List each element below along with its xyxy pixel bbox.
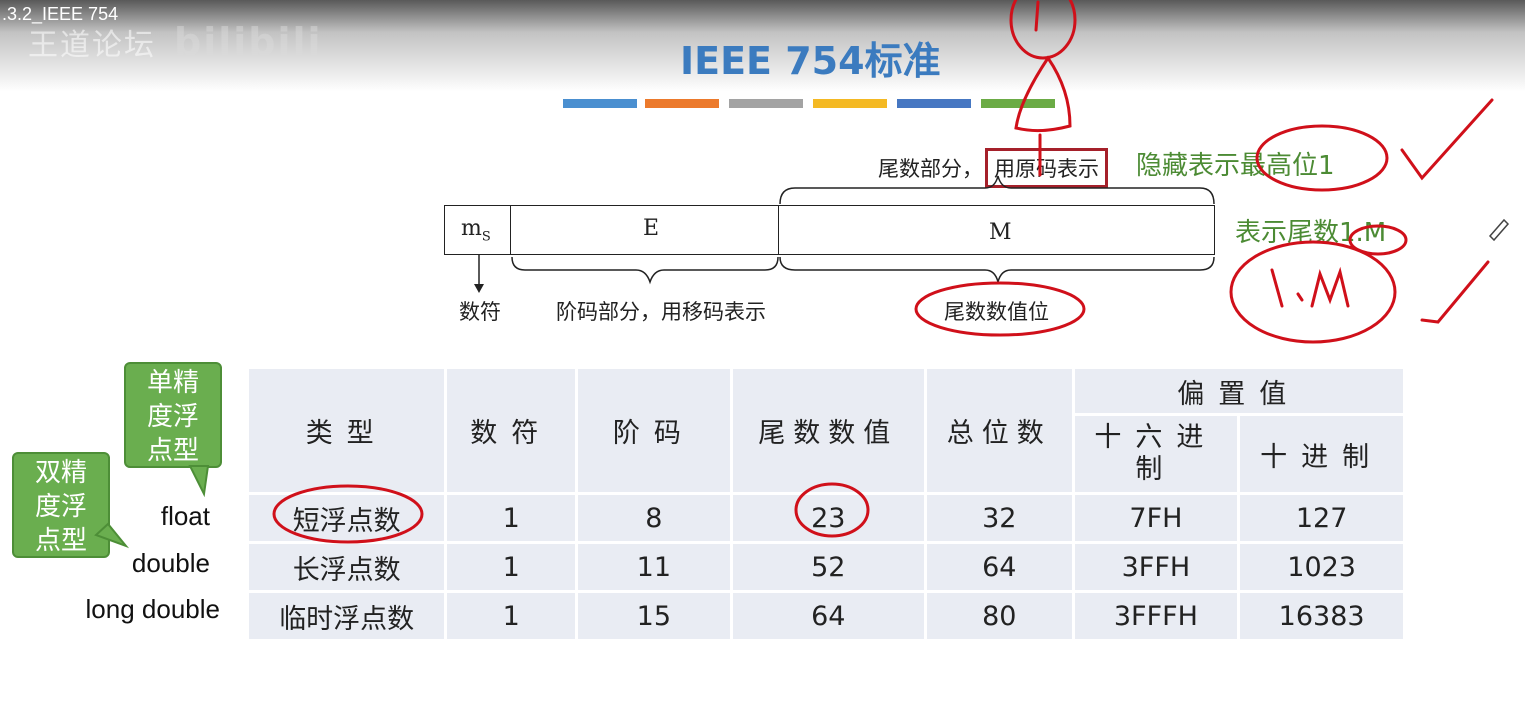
table-header-row: 类型 数符 阶码 尾数数值 总位数 偏置值 — [245, 366, 1407, 495]
header-bias-hex: 十六进制 — [1071, 413, 1241, 495]
color-bar-5 — [897, 99, 971, 108]
sign-caption: 数符 — [459, 300, 501, 324]
cell-bias-dec: 127 — [1237, 492, 1406, 544]
pencil-icon — [1488, 218, 1510, 242]
exponent-caption: 阶码部分，用移码表示 — [556, 300, 766, 324]
exponent-brace — [511, 256, 779, 285]
mantissa-field-label: M — [989, 220, 1012, 245]
table-row: 临时浮点数 1 15 64 80 3FFFH 16383 — [245, 590, 1406, 642]
color-bar-3 — [729, 99, 803, 108]
header-bias: 偏置值 — [1071, 366, 1407, 416]
table-row: 短浮点数 1 8 23 32 7FH 127 — [245, 492, 1406, 544]
mantissa-note-boxed: 用原码表示 — [985, 148, 1108, 188]
color-bar-6 — [981, 99, 1055, 108]
header-exponent: 阶码 — [575, 366, 733, 495]
cell-sign: 1 — [444, 492, 579, 544]
cell-total: 64 — [924, 541, 1075, 593]
one-m-circle — [1229, 240, 1397, 344]
cell-bias-hex: 3FFH — [1071, 541, 1241, 593]
checkmark-2 — [1420, 260, 1490, 324]
cell-type: 长浮点数 — [245, 541, 448, 593]
color-bar-1 — [563, 99, 637, 108]
ieee754-format-table: 类型 数符 阶码 尾数数值 总位数 偏置值 十六进制 十进制 短浮点数 1 8 … — [245, 366, 1407, 642]
watermark-text: 王道论坛 — [28, 28, 156, 63]
hidden-bit-note: 隐藏表示最高位1 — [1136, 151, 1335, 181]
bilibili-logo: bilibili — [174, 20, 323, 64]
represent-mantissa-note: 表示尾数1.M — [1235, 218, 1387, 248]
cell-exponent: 11 — [575, 541, 733, 593]
checkmark-1 — [1400, 98, 1494, 181]
mantissa-note: 尾数部分， 用原码表示 — [878, 148, 1108, 188]
cell-bias-dec: 1023 — [1237, 541, 1406, 593]
cell-bias-dec: 16383 — [1237, 590, 1406, 642]
cell-type: 短浮点数 — [245, 492, 448, 544]
exponent-field-label: E — [643, 216, 660, 241]
table-row: 长浮点数 1 11 52 64 3FFH 1023 — [245, 541, 1406, 593]
cell-exponent: 8 — [575, 492, 733, 544]
color-bar-2 — [645, 99, 719, 108]
mantissa-note-prefix: 尾数部分， — [878, 157, 983, 181]
cell-sign: 1 — [444, 541, 579, 593]
single-callout-tail — [188, 465, 210, 498]
watermark: 王道论坛 bilibili — [28, 20, 323, 64]
row-label-float: float — [160, 501, 210, 531]
sign-arrow-head — [474, 284, 484, 293]
header-mantissa: 尾数数值 — [729, 366, 928, 495]
row-label-long-double: long double — [85, 594, 220, 624]
cell-mantissa: 64 — [729, 590, 928, 642]
cell-mantissa: 52 — [729, 541, 928, 593]
header-sign: 数符 — [444, 366, 579, 495]
header-bias-dec: 十进制 — [1237, 413, 1406, 495]
one-m-scribble — [1270, 266, 1350, 308]
header-type: 类型 — [245, 366, 448, 495]
sign-field-subscript: S — [481, 229, 491, 245]
single-precision-callout-text: 单精度浮点型 — [146, 368, 199, 466]
cell-total: 80 — [924, 590, 1075, 642]
exponent-field: E — [510, 205, 780, 255]
cell-sign: 1 — [444, 590, 579, 642]
row-label-double: double — [131, 548, 210, 578]
slide-title: IEEE 754标准 — [680, 39, 941, 83]
color-bar-4 — [813, 99, 887, 108]
header-total-bits: 总位数 — [924, 366, 1075, 495]
mantissa-field: M — [778, 205, 1215, 255]
sign-field-label: mS — [461, 216, 491, 245]
mantissa-caption: 尾数数值位 — [944, 300, 1049, 324]
cell-total: 32 — [924, 492, 1075, 544]
single-precision-callout: 单精度浮点型 — [124, 362, 222, 468]
cell-bias-hex: 3FFFH — [1071, 590, 1241, 642]
cell-type: 临时浮点数 — [245, 590, 448, 642]
cell-bias-hex: 7FH — [1071, 492, 1241, 544]
sign-field: mS — [444, 205, 512, 255]
mantissa-brace-bottom — [779, 256, 1215, 283]
cell-mantissa: 23 — [729, 492, 928, 544]
cell-exponent: 15 — [575, 590, 733, 642]
